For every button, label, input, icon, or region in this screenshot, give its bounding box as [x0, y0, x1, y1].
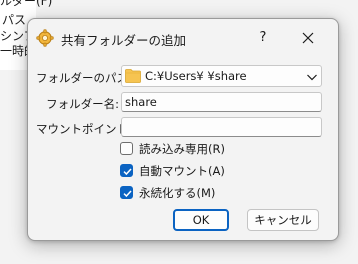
checkmark-icon	[123, 168, 132, 176]
make-permanent-checkbox[interactable]	[120, 186, 133, 199]
read-only-checkbox[interactable]	[120, 142, 133, 155]
background-label-path: パス	[2, 13, 27, 27]
mount-point-label: マウントポイント:	[36, 122, 132, 136]
folder-name-label: フォルダー名:	[46, 97, 119, 111]
add-shared-folder-dialog: 共有フォルダーの追加 ? フォルダーのパス: C:¥Users¥ ¥share …	[27, 18, 339, 241]
read-only-label[interactable]: 読み込み専用(R)	[139, 141, 225, 157]
auto-mount-checkbox[interactable]	[120, 164, 133, 177]
folder-icon	[125, 68, 141, 83]
dialog-titlebar[interactable]: 共有フォルダーの追加 ?	[28, 19, 338, 55]
dialog-title: 共有フォルダーの追加	[61, 33, 187, 48]
background-menu-text: ルダー(F)	[0, 0, 53, 8]
checkmark-icon	[123, 190, 132, 198]
folder-path-value: C:¥Users¥ ¥share	[145, 69, 247, 83]
close-icon	[302, 32, 314, 44]
folder-name-input[interactable]: share	[121, 92, 322, 112]
ok-button[interactable]: OK	[173, 209, 229, 231]
help-button[interactable]: ?	[252, 27, 274, 49]
folder-path-label: フォルダーのパス:	[36, 71, 132, 85]
cancel-button[interactable]: キャンセル	[247, 209, 319, 231]
close-button[interactable]	[296, 27, 320, 49]
make-permanent-label[interactable]: 永続化する(M)	[139, 185, 215, 201]
chevron-down-icon[interactable]	[306, 71, 318, 81]
mount-point-input[interactable]	[121, 117, 322, 137]
auto-mount-label[interactable]: 自動マウント(A)	[139, 163, 225, 179]
folder-name-value: share	[125, 95, 157, 109]
folder-path-combobox[interactable]: C:¥Users¥ ¥share	[121, 65, 322, 87]
shared-folder-gear-icon	[36, 29, 54, 47]
